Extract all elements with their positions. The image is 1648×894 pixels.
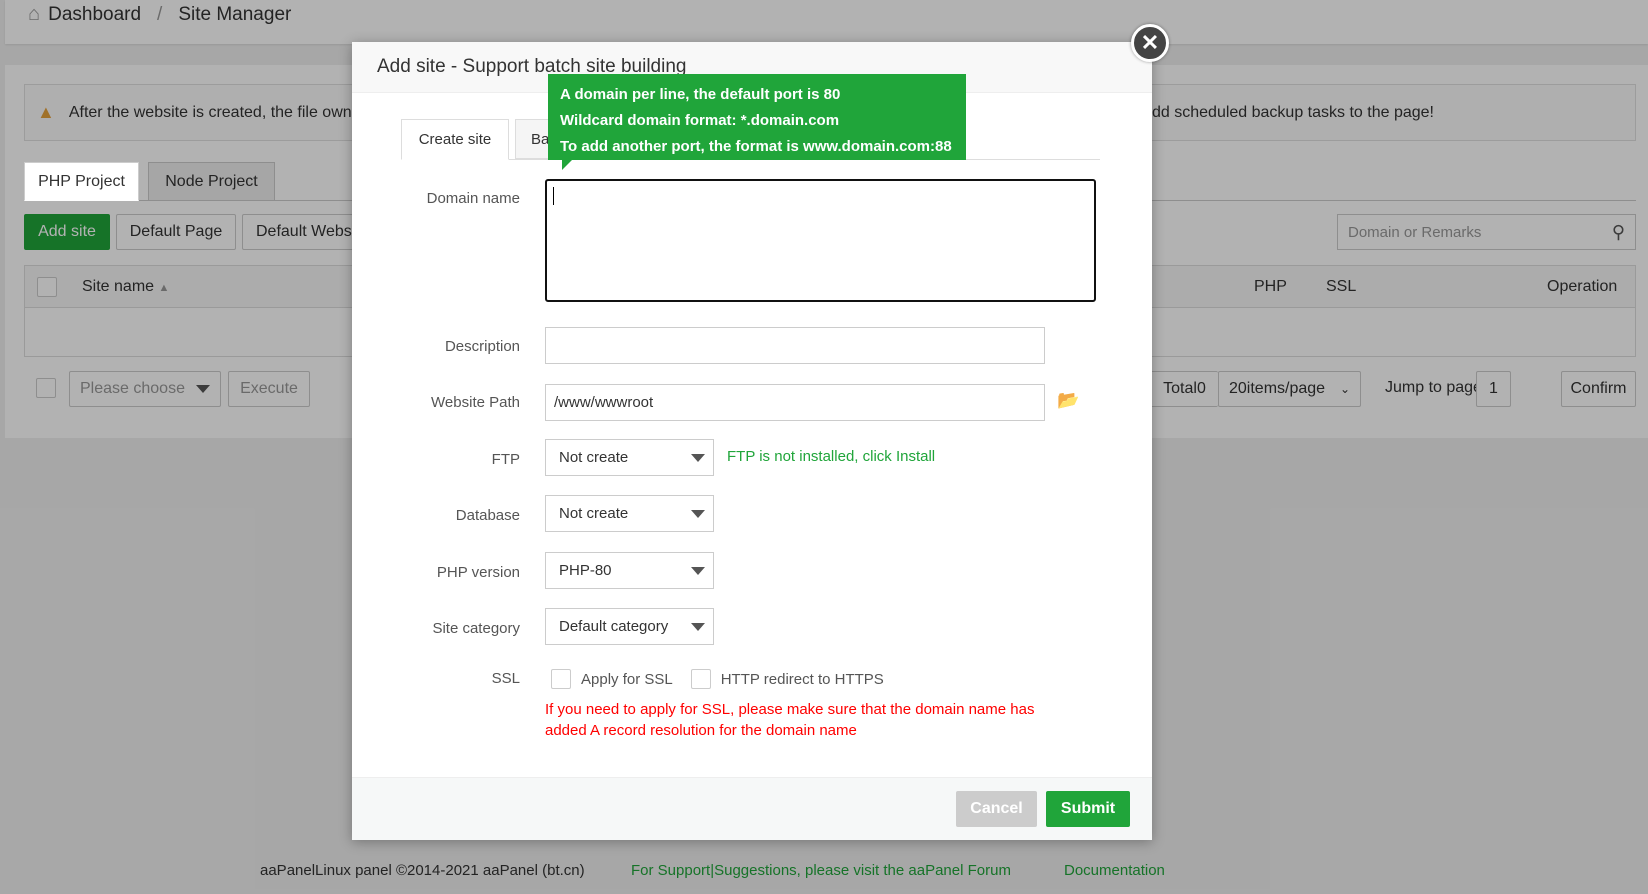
domain-hint-tooltip: A domain per line, the default port is 8…	[548, 74, 966, 170]
chevron-down-icon	[691, 622, 705, 631]
tab-php-project[interactable]: PHP Project	[24, 162, 139, 201]
https-redirect-checkbox[interactable]	[690, 669, 711, 689]
ssl-options: Apply for SSL HTTP redirect to HTTPS	[551, 669, 884, 689]
database-select[interactable]: Not create	[545, 495, 714, 532]
label-domain: Domain name	[426, 190, 520, 207]
database-value: Not create	[559, 505, 629, 522]
ftp-value: Not create	[559, 449, 629, 466]
ssl-warning-line-2: added A record resolution for the domain…	[545, 722, 857, 739]
php-version-select[interactable]: PHP-80	[545, 552, 714, 589]
chevron-down-icon	[691, 453, 705, 462]
tooltip-line-3: To add another port, the format is www.d…	[560, 138, 952, 155]
apply-ssl-checkbox[interactable]	[551, 669, 571, 689]
add-site-dialog: Add site - Support batch site building C…	[352, 42, 1152, 840]
domain-textarea[interactable]	[545, 179, 1096, 302]
dialog-footer: Cancel Submit	[352, 777, 1152, 840]
chevron-down-icon	[691, 566, 705, 575]
tooltip-line-2: Wildcard domain format: *.domain.com	[560, 112, 840, 129]
apply-ssl-label[interactable]: Apply for SSL	[581, 671, 673, 688]
ftp-install-link[interactable]: FTP is not installed, click Install	[727, 448, 935, 465]
label-database: Database	[455, 507, 520, 524]
close-icon[interactable]: ✕	[1131, 24, 1169, 62]
text-cursor	[553, 187, 554, 205]
label-website-path: Website Path	[431, 394, 520, 411]
ftp-select[interactable]: Not create	[545, 439, 714, 476]
https-redirect-label[interactable]: HTTP redirect to HTTPS	[721, 671, 884, 688]
chevron-down-icon	[691, 509, 705, 518]
submit-button[interactable]: Submit	[1046, 791, 1130, 827]
label-ftp: FTP	[491, 451, 520, 468]
label-description: Description	[444, 338, 520, 355]
label-php-version: PHP version	[436, 564, 520, 581]
site-category-value: Default category	[559, 618, 669, 635]
website-path-input[interactable]: /www/wwwroot	[545, 384, 1045, 421]
description-input[interactable]	[545, 327, 1045, 364]
tooltip-line-1: A domain per line, the default port is 8…	[560, 86, 841, 103]
tab-create-site[interactable]: Create site	[401, 119, 509, 160]
folder-open-icon[interactable]: 📂	[1057, 390, 1079, 411]
ssl-warning: If you need to apply for SSL, please mak…	[545, 699, 1034, 741]
label-site-category: Site category	[432, 620, 520, 637]
cancel-button[interactable]: Cancel	[956, 791, 1037, 827]
php-version-value: PHP-80	[559, 562, 612, 579]
label-ssl: SSL	[491, 670, 520, 687]
ssl-warning-line-1: If you need to apply for SSL, please mak…	[545, 701, 1035, 718]
site-category-select[interactable]: Default category	[545, 608, 714, 645]
